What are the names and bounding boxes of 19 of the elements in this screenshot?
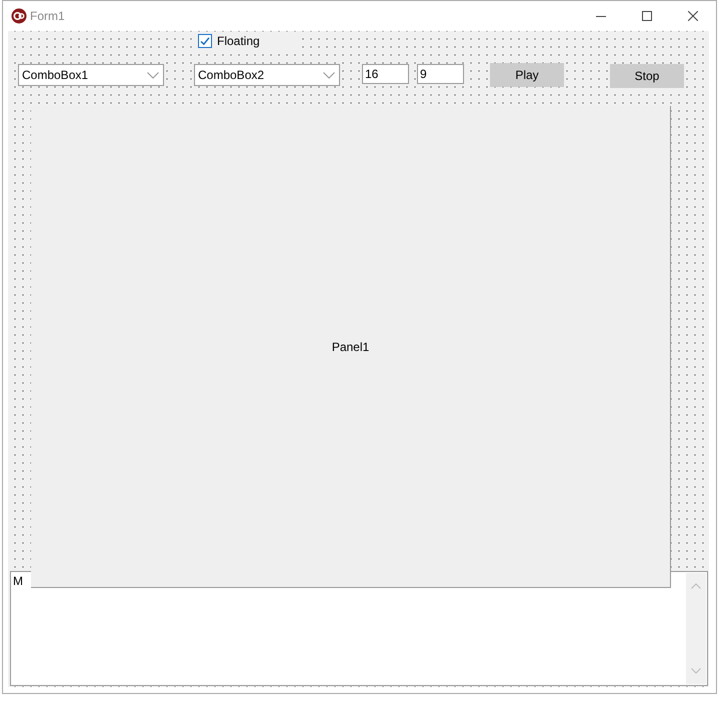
input-field[interactable]: 9 [417, 64, 464, 84]
maximize-icon [642, 10, 652, 20]
scroll-down-icon[interactable] [691, 668, 701, 674]
combo-box[interactable]: ComboBox2 [194, 64, 340, 86]
action-button[interactable]: Play [490, 63, 564, 87]
chevron-down-icon [323, 72, 335, 78]
checkbox-label: Floating [217, 34, 260, 48]
logo-icon [11, 8, 27, 24]
chevron-down-icon [147, 72, 159, 78]
memo-text: M [13, 574, 23, 588]
combo-box[interactable]: ComboBox1 [18, 64, 164, 86]
scrollbar[interactable] [686, 573, 706, 684]
panel-caption: Panel1 [332, 340, 370, 354]
checkbox-box[interactable] [198, 34, 212, 48]
window-title: Form1 [30, 8, 65, 22]
action-button[interactable]: Stop [610, 64, 684, 88]
input-field[interactable]: 16 [362, 64, 409, 84]
scroll-up-icon[interactable] [691, 583, 701, 589]
close-icon [688, 10, 698, 20]
